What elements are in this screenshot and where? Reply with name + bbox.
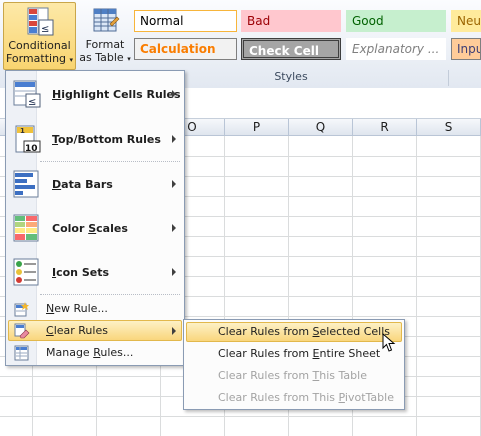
menu-item-label: Data Bars xyxy=(52,178,113,191)
conditional-formatting-icon: ≤ xyxy=(27,7,53,36)
style-check-cell[interactable]: Check Cell xyxy=(241,38,341,60)
clear-rules-submenu: Clear Rules from Selected Cells Clear Ru… xyxy=(183,319,405,410)
format-as-table-button[interactable]: Format as Table ▾ xyxy=(78,2,132,70)
menu-item-label: Color Scales xyxy=(52,222,128,235)
menu-item-label: New Rule... xyxy=(46,302,108,315)
new-rule-icon xyxy=(14,302,29,317)
menu-item-highlight-cells-rules[interactable]: ≤ Highlight Cells Rules xyxy=(8,76,182,112)
menu-item-label: Top/Bottom Rules xyxy=(52,133,161,146)
style-neutral[interactable]: Neu xyxy=(451,10,481,32)
submenu-arrow-icon xyxy=(172,135,176,143)
style-bad[interactable]: Bad xyxy=(241,10,341,32)
submenu-item-clear-entire-sheet[interactable]: Clear Rules from Entire Sheet xyxy=(186,344,402,364)
style-calculation[interactable]: Calculation xyxy=(134,38,237,60)
style-explanatory[interactable]: Explanatory ... xyxy=(346,38,446,60)
menu-separator xyxy=(40,161,180,162)
menu-item-data-bars[interactable]: Data Bars xyxy=(8,166,182,202)
submenu-item-clear-this-table: Clear Rules from This Table xyxy=(218,369,367,382)
submenu-arrow-icon xyxy=(172,90,176,98)
menu-item-label: Manage Rules... xyxy=(46,346,134,359)
grid-line xyxy=(416,136,417,436)
manage-rules-icon xyxy=(14,345,29,361)
menu-item-icon-sets[interactable]: Icon Sets xyxy=(8,254,182,290)
submenu-item-clear-this-pivottable: Clear Rules from This PivotTable xyxy=(218,391,394,404)
chevron-down-icon: ▾ xyxy=(127,55,131,63)
menu-item-clear-rules[interactable]: Clear Rules xyxy=(8,320,182,341)
menu-item-label: Highlight Cells Rules xyxy=(52,88,181,101)
column-header-q[interactable]: Q xyxy=(289,119,353,136)
submenu-arrow-icon xyxy=(172,180,176,188)
submenu-arrow-icon xyxy=(172,224,176,232)
menu-item-new-rule[interactable]: New Rule... xyxy=(8,299,182,319)
style-input[interactable]: Inpu xyxy=(451,38,481,60)
top-bottom-icon: 1 10 xyxy=(15,125,41,154)
submenu-item-clear-selected-cells[interactable]: Clear Rules from Selected Cells xyxy=(186,322,402,342)
chevron-down-icon: ▾ xyxy=(69,56,74,64)
menu-separator xyxy=(40,294,180,295)
menu-item-label: Clear Rules xyxy=(46,324,108,337)
column-header-s[interactable]: S xyxy=(417,119,481,136)
format-as-table-label-2: as Table ▾ xyxy=(79,51,131,64)
svg-text:10: 10 xyxy=(25,144,38,154)
clear-rules-icon xyxy=(14,323,30,339)
data-bars-icon xyxy=(13,170,39,198)
conditional-formatting-button[interactable]: ≤ Conditional Formatting ▾ xyxy=(3,2,76,70)
icon-sets-icon xyxy=(13,258,39,286)
menu-item-manage-rules[interactable]: Manage Rules... xyxy=(8,343,182,363)
group-divider xyxy=(448,70,449,86)
conditional-formatting-label-2: Formatting ▾ xyxy=(5,52,74,65)
submenu-arrow-icon xyxy=(172,268,176,276)
menu-item-top-bottom-rules[interactable]: 1 10 Top/Bottom Rules xyxy=(8,121,182,157)
format-as-table-label-1: Format xyxy=(85,38,125,51)
svg-text:≤: ≤ xyxy=(28,97,36,108)
column-header-p[interactable]: P xyxy=(225,119,289,136)
submenu-arrow-icon xyxy=(172,327,176,335)
style-good[interactable]: Good xyxy=(346,10,446,32)
svg-text:1: 1 xyxy=(20,127,25,135)
conditional-formatting-label-1: Conditional xyxy=(8,39,71,52)
column-header-r[interactable]: R xyxy=(353,119,417,136)
mouse-cursor-icon xyxy=(382,333,396,352)
svg-text:≤: ≤ xyxy=(41,24,49,35)
menu-item-color-scales[interactable]: Color Scales xyxy=(8,210,182,246)
highlight-cells-icon: ≤ xyxy=(13,80,41,108)
style-normal[interactable]: Normal xyxy=(134,10,237,32)
color-scales-icon xyxy=(13,214,39,242)
format-as-table-icon xyxy=(93,8,120,32)
menu-item-label: Icon Sets xyxy=(52,266,110,279)
grid-line xyxy=(0,416,481,417)
cell-styles-gallery: Normal Bad Good Neu Calculation Check Ce… xyxy=(134,4,481,66)
conditional-formatting-menu: ≤ Highlight Cells Rules 1 10 Top/Bottom … xyxy=(5,70,185,366)
